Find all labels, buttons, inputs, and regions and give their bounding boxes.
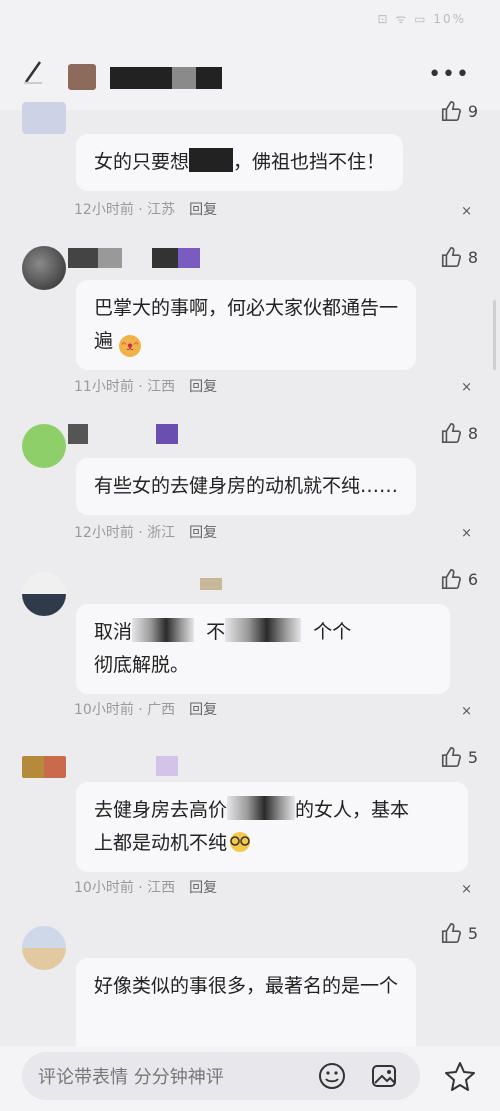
comment-text: 去健身房去高价	[94, 799, 228, 821]
redaction-block	[227, 796, 296, 820]
reply-button[interactable]: 回复	[189, 880, 217, 896]
more-icon[interactable]: •••	[428, 62, 470, 87]
comment-text: ，佛祖也挡不住！	[233, 151, 386, 173]
like-count: 9	[467, 101, 478, 121]
like-button[interactable]: 8	[440, 422, 478, 444]
header-avatar[interactable]	[68, 64, 96, 90]
comment-text: 彻底解脱。	[94, 654, 190, 676]
comment-input[interactable]: 评论带表情 分分钟神评	[22, 1052, 420, 1100]
scrollbar[interactable]	[493, 300, 496, 370]
comment-text: 个个	[313, 621, 352, 643]
redaction-block	[132, 618, 195, 642]
comment-text: 不	[206, 621, 226, 643]
like-count: 5	[467, 747, 478, 767]
comment-time-location: 10小时前 · 江西	[74, 880, 176, 896]
back-icon[interactable]	[22, 58, 44, 86]
comment-bubble: 去健身房去高价 的女人，基本上都是动机不纯	[76, 782, 468, 872]
comment-bubble: 有些女的去健身房的动机就不纯……	[76, 458, 417, 515]
comment-meta: 10小时前 · 江西 回复	[74, 877, 217, 897]
thumbs-up-icon	[441, 923, 461, 943]
comment-text: 女的只要想	[94, 151, 190, 173]
like-count: 6	[467, 569, 478, 589]
star-icon[interactable]	[444, 1060, 476, 1092]
avatar[interactable]	[22, 756, 66, 778]
like-button[interactable]: 9	[440, 100, 478, 122]
header-username-redacted[interactable]	[110, 67, 222, 89]
like-count: 8	[467, 247, 478, 267]
avatar[interactable]	[22, 246, 66, 290]
emoji-icon[interactable]	[318, 1062, 346, 1090]
thumbs-up-icon	[441, 423, 461, 443]
comment-meta: 12小时前 · 浙江 回复	[74, 522, 217, 542]
comment-time-location: 10小时前 · 广西	[74, 702, 176, 718]
redaction-block	[189, 148, 234, 172]
like-count: 8	[467, 423, 478, 443]
comment-text: 有些女的去健身房的动机就不纯……	[94, 475, 399, 497]
status-bar: ⊡ ᯤ ▭ 10%	[0, 0, 500, 28]
comment-bubble: 巴掌大的事啊，何必大家伙都通告一 遍 ᵔᴥᵔ	[76, 280, 417, 370]
comment-text: 取消	[94, 621, 133, 643]
thumbs-up-icon	[441, 101, 461, 121]
comment-time-location: 12小时前 · 江苏	[74, 202, 176, 218]
reply-button[interactable]: 回复	[189, 202, 217, 218]
glasses-emoji-icon	[230, 832, 251, 852]
reply-button[interactable]: 回复	[189, 525, 217, 541]
close-icon[interactable]: ×	[461, 704, 472, 719]
like-button[interactable]: 5	[440, 922, 478, 944]
avatar[interactable]	[22, 102, 66, 134]
redaction-block	[225, 618, 302, 642]
laughing-emoji-icon: ᵔᴥᵔ	[119, 335, 142, 357]
avatar[interactable]	[22, 424, 66, 468]
comment-meta: 12小时前 · 江苏 回复	[74, 199, 217, 219]
comment-text: 上都是动机不纯	[94, 832, 228, 854]
close-icon[interactable]: ×	[461, 380, 472, 395]
thumbs-up-icon	[441, 747, 461, 767]
status-icons: ⊡ ᯤ ▭ 10%	[377, 12, 466, 26]
like-button[interactable]: 6	[440, 568, 478, 590]
comment-text: 好像类似的事很多，最著名的是一个	[94, 975, 399, 997]
reply-button[interactable]: 回复	[189, 702, 217, 718]
thumbs-up-icon	[441, 247, 461, 267]
close-icon[interactable]: ×	[461, 204, 472, 219]
like-count: 5	[467, 923, 478, 943]
like-button[interactable]: 8	[440, 246, 478, 268]
comment-text: 的女人，基本	[295, 799, 410, 821]
comment-meta: 10小时前 · 广西 回复	[74, 699, 217, 719]
avatar[interactable]	[22, 572, 66, 616]
thumbs-up-icon	[441, 569, 461, 589]
comment-time-location: 12小时前 · 浙江	[74, 525, 176, 541]
avatar[interactable]	[22, 926, 66, 970]
close-icon[interactable]: ×	[461, 526, 472, 541]
comment-bubble: 女的只要想 ，佛祖也挡不住！	[76, 134, 404, 191]
comment-meta: 11小时前 · 江西 回复	[74, 376, 217, 396]
reply-button[interactable]: 回复	[189, 379, 217, 395]
image-icon[interactable]	[370, 1062, 398, 1090]
comment-bubble: 取消 不 个个彻底解脱。	[76, 604, 450, 694]
comment-input-placeholder: 评论带表情 分分钟神评	[38, 1067, 224, 1088]
close-icon[interactable]: ×	[461, 882, 472, 897]
like-button[interactable]: 5	[440, 746, 478, 768]
comment-time-location: 11小时前 · 江西	[74, 379, 176, 395]
